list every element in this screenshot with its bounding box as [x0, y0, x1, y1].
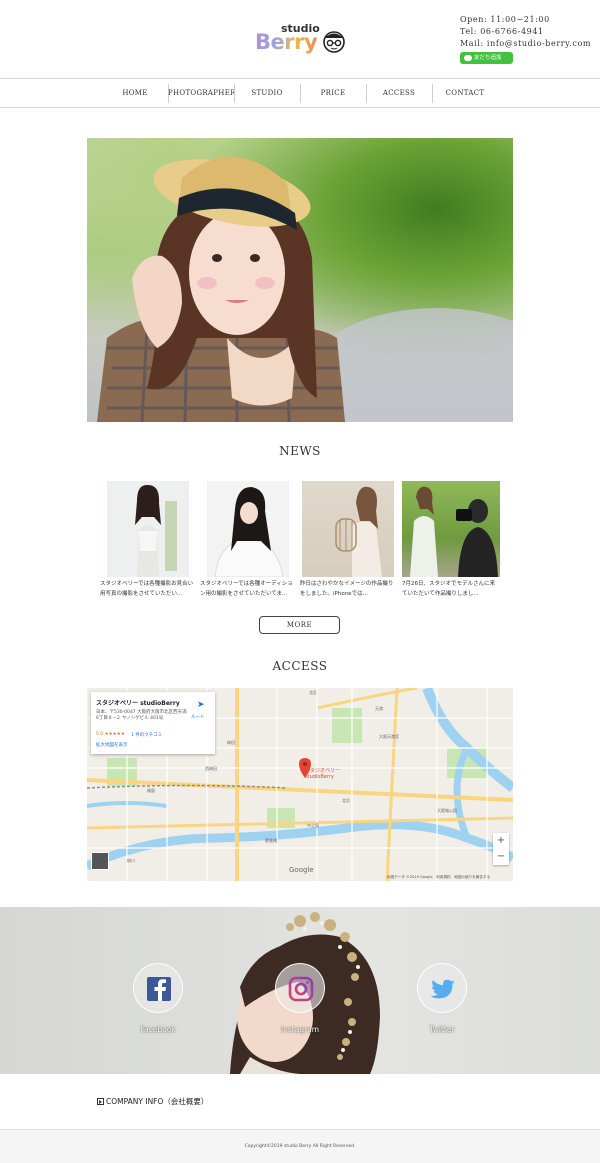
line-icon — [464, 55, 472, 61]
news-thumb-image — [335, 486, 382, 577]
news-item[interactable]: スタジオベリーでは各種オーディション用の撮影をさせていただいてま... — [200, 481, 296, 599]
google-map[interactable]: 北区 天満 大阪天満宮 大阪城公園 中之島 肥後橋 北浜 梅田 福島 西梅田 桜… — [87, 688, 513, 881]
social-section: Facebook Instagram Twitter — [0, 907, 600, 1074]
news-thumb-image — [135, 484, 177, 577]
line-add-friend-button[interactable]: 友だち追加 — [460, 52, 513, 64]
map-label: 梅田 — [227, 740, 235, 745]
map-address: 日本、〒530-0047 大阪府大阪市北区西天満6丁目８−２ ヤノシゲビル 40… — [96, 710, 187, 721]
nav-home[interactable]: HOME — [102, 84, 168, 103]
map-label: 西梅田 — [205, 766, 217, 771]
copyright-text: Copyright©2019 studio Berry All Right Re… — [244, 1144, 356, 1149]
zoom-in-button[interactable]: + — [493, 833, 509, 849]
twitter-icon — [430, 979, 455, 999]
map-label: 天満 — [375, 706, 383, 711]
global-nav: HOME PHOTOGRAPHER STUDIO PRICE ACCESS CO… — [0, 78, 600, 108]
news-item[interactable]: 7月26日、スタジオでモデルさんに来ていただいて作品撮りしまし... — [402, 481, 500, 599]
logo-berry-text: Berry — [255, 30, 318, 54]
map-reviews-link[interactable]: 1 件のクチコミ — [131, 732, 162, 738]
news-thumbnail[interactable] — [402, 481, 500, 577]
hero-image — [87, 138, 513, 422]
access-heading: ACCESS — [272, 659, 328, 673]
news-excerpt: スタジオベリーでは各種オーディション用の撮影をさせていただいてま... — [200, 581, 293, 597]
instagram-icon — [288, 976, 314, 1002]
news-thumb-image — [410, 486, 498, 577]
map-label: 大阪天満宮 — [379, 734, 399, 739]
news-thumb-image — [214, 487, 284, 577]
map-label: 肥後橋 — [265, 838, 277, 843]
company-info-link[interactable]: COMPANY INFO（会社概要） — [97, 1096, 208, 1107]
news-excerpt: 昨日はさわやかなイメージの作品撮りをしました。iPhoneでは... — [300, 581, 394, 597]
news-thumbnail[interactable] — [107, 481, 189, 577]
map-label: 大阪城公園 — [437, 808, 457, 813]
google-logo: Google — [289, 866, 314, 874]
nav-price[interactable]: PRICE — [300, 84, 366, 103]
facebook-icon — [147, 977, 171, 1001]
twitter-link[interactable] — [417, 963, 467, 1013]
more-news-button[interactable]: MORE — [259, 616, 340, 634]
directions-icon[interactable]: ➤ — [197, 700, 205, 710]
instagram-link[interactable] — [275, 963, 325, 1013]
news-excerpt: 7月26日、スタジオでモデルさんに来ていただいて作品撮りしまし... — [402, 581, 495, 597]
nav-photographer[interactable]: PHOTOGRAPHER — [168, 84, 235, 103]
map-label: 北浜 — [342, 798, 350, 803]
nav-access[interactable]: ACCESS — [366, 84, 432, 103]
site-header: studio Berry Open: 11:00~21:00 Tel: 06-6… — [0, 0, 600, 78]
map-rating: 5.0 ★★★★★ — [96, 732, 125, 737]
news-thumbnail[interactable] — [302, 481, 394, 577]
facebook-link[interactable] — [133, 963, 183, 1013]
instagram-label[interactable]: Instagram — [260, 1025, 340, 1034]
news-item[interactable]: スタジオベリーでは各種撮影お見合い用写真の撮影をさせていただい... — [100, 481, 196, 599]
zoom-out-button[interactable]: − — [493, 849, 509, 865]
open-hours: Open: 11:00~21:00 — [460, 15, 550, 24]
facebook-label[interactable]: Facebook — [118, 1025, 198, 1034]
nav-studio[interactable]: STUDIO — [234, 84, 300, 103]
news-excerpt: スタジオベリーでは各種撮影お見合い用写真の撮影をさせていただい... — [100, 581, 194, 597]
view-larger-map-link[interactable]: 拡大地図を表示 — [96, 742, 128, 748]
arrow-box-icon — [97, 1098, 104, 1105]
map-zoom-controls: + − — [493, 833, 509, 865]
map-label: 中之島 — [307, 823, 319, 828]
news-heading: NEWS — [279, 444, 321, 458]
nav-contact[interactable]: CONTACT — [432, 84, 498, 103]
news-item[interactable]: 昨日はさわやかなイメージの作品撮りをしました。iPhoneでは... — [300, 481, 396, 599]
site-footer: Copyright©2019 studio Berry All Right Re… — [0, 1129, 600, 1163]
line-button-label: 友だち追加 — [474, 55, 502, 61]
map-label: 桜川 — [127, 858, 135, 863]
route-link[interactable]: ルート — [191, 714, 205, 720]
contact-info: Open: 11:00~21:00 Tel: 06-6766-4941 Mail… — [460, 14, 591, 50]
studio-berry-logo[interactable]: studio Berry — [255, 22, 347, 56]
map-label: 北区 — [309, 690, 317, 695]
hero-model-illustration — [97, 156, 345, 422]
map-pin-label: スタジオベリー studioBerry — [305, 768, 341, 780]
logo-face-icon — [323, 31, 345, 53]
mail-address[interactable]: Mail: info@studio-berry.com — [460, 38, 591, 50]
map-attribution[interactable]: 地図データ ©2019 Google 利用規約 地図の誤りを報告する — [387, 875, 490, 880]
map-place-name: スタジオベリー studioBerry — [96, 700, 180, 707]
news-thumbnail[interactable] — [207, 481, 289, 577]
map-label: 福島 — [147, 788, 155, 793]
tel-number[interactable]: Tel: 06-6766-4941 — [460, 26, 591, 38]
company-info-label: COMPANY INFO（会社概要） — [106, 1097, 209, 1106]
satellite-toggle[interactable] — [91, 852, 109, 870]
map-info-card: スタジオベリー studioBerry 日本、〒530-0047 大阪府大阪市北… — [91, 692, 215, 754]
twitter-label[interactable]: Twitter — [402, 1025, 482, 1034]
